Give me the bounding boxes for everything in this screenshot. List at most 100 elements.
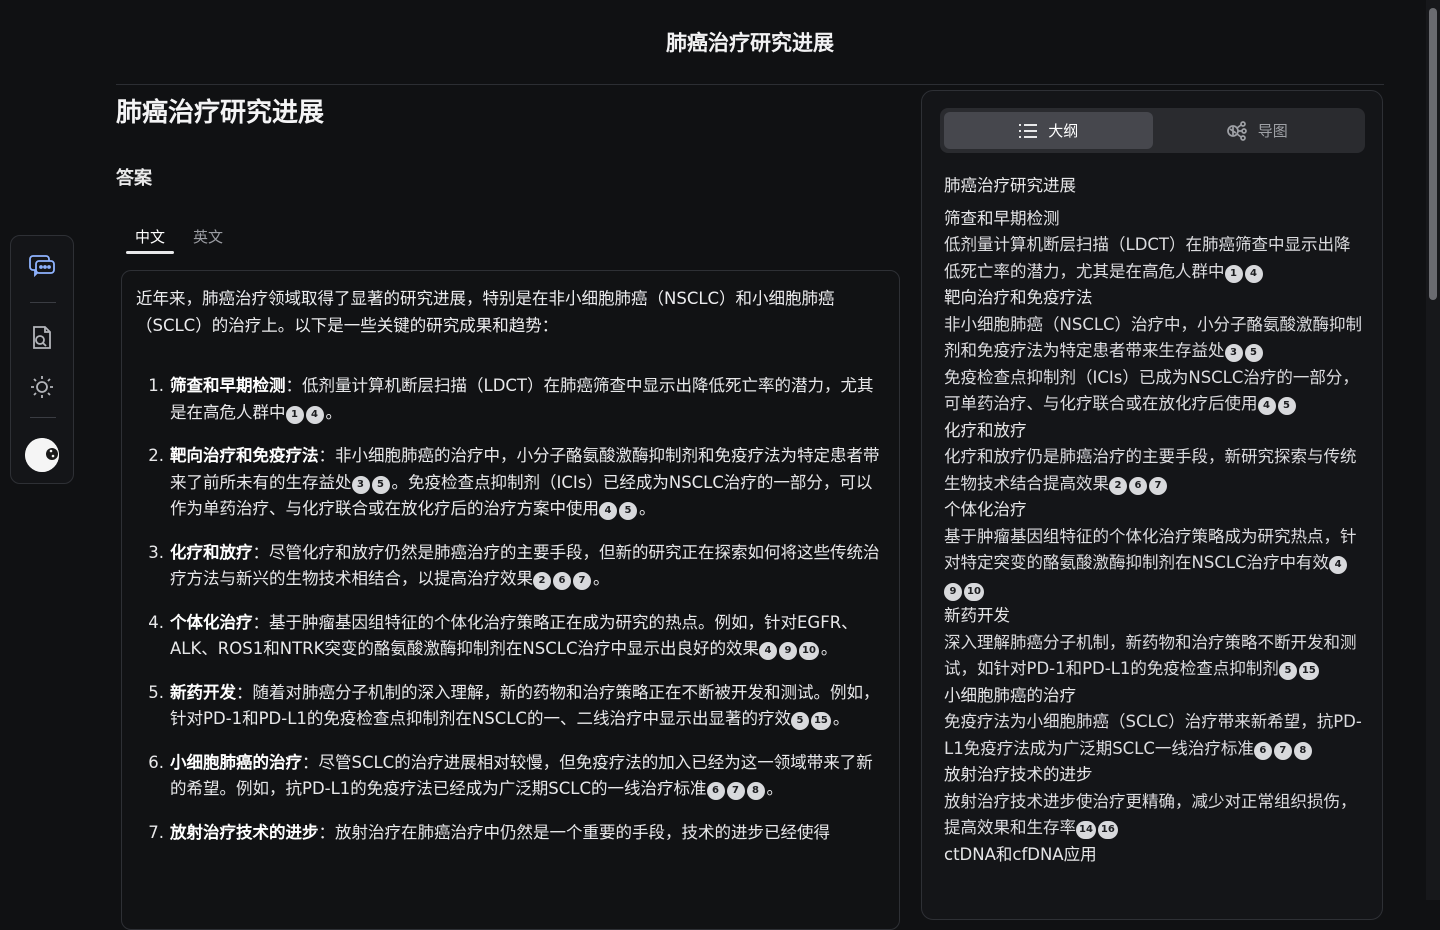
citation-badge[interactable]: 7 bbox=[1149, 476, 1167, 495]
outline-item-text: 非小细胞肺癌（NSCLC）治疗中，小分子酪氨酸激酶抑制剂和免疫疗法为特定患者带来… bbox=[944, 314, 1363, 361]
avatar[interactable] bbox=[25, 438, 59, 472]
answer-list-item: 1. 筛查和早期检测：低剂量计算机断层扫描（LDCT）在肺癌筛查中显示出降低死亡率… bbox=[136, 373, 885, 426]
answer-heading: 答案 bbox=[116, 168, 152, 189]
citation-badge[interactable]: 6 bbox=[1253, 741, 1272, 760]
list-item-body: 个体化治疗：基于肿瘤基因组特征的个体化治疗策略正在成为研究的热点。例如，针对EG… bbox=[170, 610, 885, 663]
outline-item[interactable]: 免疫疗法为小细胞肺癌（SCLC）治疗带来新希望，抗PD-L1免疫疗法成为广泛期S… bbox=[944, 709, 1364, 762]
list-item-heading: 靶向治疗和免疫疗法 bbox=[170, 446, 319, 465]
outline-heading[interactable]: 靶向治疗和免疫疗法 bbox=[944, 285, 1364, 312]
citation-badge[interactable]: 8 bbox=[746, 782, 765, 800]
citation-badge[interactable]: 6 bbox=[706, 782, 725, 800]
list-item-heading: 化疗和放疗 bbox=[170, 542, 253, 562]
rail-divider bbox=[30, 302, 56, 303]
answer-list-item: 5. 新药开发：随着对肺癌分子机制的深入理解，新的药物和治疗策略正在不断被开发和测… bbox=[136, 680, 885, 733]
list-item-number: 6. bbox=[148, 752, 164, 772]
document-search-button[interactable] bbox=[24, 320, 60, 356]
chat-icon bbox=[29, 255, 55, 278]
citation-badge[interactable]: 16 bbox=[1097, 821, 1118, 839]
citation-badge[interactable]: 5 bbox=[619, 502, 637, 520]
list-item-number: 5. bbox=[148, 682, 164, 702]
citation-badge[interactable]: 14 bbox=[1076, 821, 1096, 839]
list-item-text: ：放射治疗在肺癌治疗中仍然是一个重要的手段，技术的进步已经使得 bbox=[318, 822, 831, 842]
list-item-text: 。 bbox=[832, 709, 850, 728]
page-scrollbar[interactable] bbox=[1426, 0, 1440, 900]
tab-english[interactable]: 英文 bbox=[184, 220, 232, 252]
outline-heading[interactable]: 新药开发 bbox=[944, 603, 1364, 630]
list-item-heading: 个体化治疗 bbox=[170, 612, 253, 632]
answer-card: 近年来，肺癌治疗领域取得了显著的研究进展，特别是在非小细胞肺癌（NSCLC）和小… bbox=[121, 270, 900, 930]
citation-badge[interactable]: 4 bbox=[758, 642, 777, 660]
citation-badge[interactable]: 1 bbox=[1224, 264, 1243, 283]
citation-badge[interactable]: 2 bbox=[1109, 476, 1127, 495]
list-item-number: 1. bbox=[148, 376, 164, 395]
outline-item[interactable]: 基于肿瘤基因组特征的个体化治疗策略成为研究热点，针对特定突变的酪氨酸激酶抑制剂在… bbox=[944, 524, 1364, 604]
citation-badge[interactable]: 15 bbox=[810, 712, 831, 730]
list-item-number: 7. bbox=[148, 822, 164, 842]
citation-badge[interactable]: 4 bbox=[1244, 264, 1263, 283]
outline-heading[interactable]: 化疗和放疗 bbox=[944, 418, 1364, 445]
citation-badge[interactable]: 5 bbox=[1278, 662, 1297, 680]
outline-item[interactable]: 非小细胞肺癌（NSCLC）治疗中，小分子酪氨酸激酶抑制剂和免疫疗法为特定患者带来… bbox=[944, 312, 1364, 365]
citation-badge[interactable]: 4 bbox=[305, 405, 324, 424]
outline-heading[interactable]: 个体化治疗 bbox=[944, 497, 1364, 524]
citation-badge[interactable]: 4 bbox=[1329, 556, 1348, 574]
list-item-text: 。 bbox=[820, 639, 838, 658]
outline-heading[interactable]: ctDNA和cfDNA应用 bbox=[944, 842, 1364, 869]
citation-badge[interactable]: 5 bbox=[790, 712, 809, 730]
citation-badge[interactable]: 8 bbox=[1293, 741, 1312, 760]
answer-list-item: 6. 小细胞肺癌的治疗：尽管SCLC的治疗进展相对较慢，但免疫疗法的加入已经为这一… bbox=[136, 750, 885, 803]
citation-badge[interactable]: 4 bbox=[599, 502, 617, 520]
outline-item[interactable]: 深入理解肺癌分子机制，新药物和治疗策略不断开发和测试，如针对PD-1和PD-L1… bbox=[944, 630, 1364, 683]
chat-button[interactable] bbox=[24, 249, 60, 285]
answer-list-item: 2. 靶向治疗和免疫疗法：非小细胞肺癌的治疗中，小分子酪氨酸激酶抑制剂和免疫疗法为… bbox=[136, 443, 885, 523]
citation-badge[interactable]: 7 bbox=[726, 782, 745, 800]
citation-badge[interactable]: 5 bbox=[371, 475, 390, 494]
citation-badge[interactable]: 2 bbox=[533, 572, 551, 590]
citation-badge[interactable]: 7 bbox=[1273, 741, 1292, 760]
citation-badge[interactable]: 6 bbox=[1129, 476, 1147, 495]
outline-item[interactable]: 免疫检查点抑制剂（ICIs）已成为NSCLC治疗的一部分，可单药治疗、与化疗联合… bbox=[944, 365, 1364, 418]
list-item-body: 靶向治疗和免疫疗法：非小细胞肺癌的治疗中，小分子酪氨酸激酶抑制剂和免疫疗法为特定… bbox=[170, 443, 885, 523]
outline-item[interactable]: 化疗和放疗仍是肺癌治疗的主要手段，新研究探索与传统生物技术结合提高效果 2 6 7 bbox=[944, 444, 1364, 497]
list-item-number: 4. bbox=[148, 612, 164, 632]
citation-badge[interactable]: 3 bbox=[1224, 344, 1243, 362]
list-item-body: 筛查和早期检测：低剂量计算机断层扫描（LDCT）在肺癌筛查中显示出降低死亡率的潜… bbox=[170, 373, 885, 426]
citation-badge[interactable]: 9 bbox=[944, 582, 962, 601]
tab-mindmap[interactable]: 导图 bbox=[1153, 112, 1362, 149]
top-bar: 肺癌治疗研究进展 bbox=[0, 0, 1426, 84]
list-item-number: 3. bbox=[148, 542, 164, 562]
list-item-text: ：随着对肺癌分子机制的深入理解，新的药物和治疗策略正在不断被开发和测试。例如，针… bbox=[170, 682, 880, 729]
mindmap-icon bbox=[1226, 120, 1247, 141]
main-content: 肺癌治疗研究进展 答案 中文 英文 近年来，肺癌治疗领域取得了显著的研究进展，特… bbox=[116, 90, 900, 930]
outline-heading[interactable]: 小细胞肺癌的治疗 bbox=[944, 683, 1364, 710]
header-divider bbox=[116, 84, 1384, 85]
citation-badge[interactable]: 15 bbox=[1298, 662, 1319, 680]
citation-badge[interactable]: 6 bbox=[553, 572, 571, 590]
citation-badge[interactable]: 5 bbox=[1277, 397, 1296, 415]
list-item-heading: 筛查和早期检测 bbox=[170, 376, 286, 395]
tab-chinese[interactable]: 中文 bbox=[126, 220, 175, 254]
outline-heading[interactable]: 筛查和早期检测 bbox=[944, 206, 1364, 233]
outline-heading[interactable]: 放射治疗技术的进步 bbox=[944, 762, 1364, 789]
outline-item-text: 低剂量计算机断层扫描（LDCT）在肺癌筛查中显示出降低死亡率的潜力，尤其是在高危… bbox=[944, 235, 1351, 281]
scrollbar-thumb[interactable] bbox=[1429, 8, 1437, 300]
outline-item[interactable]: 低剂量计算机断层扫描（LDCT）在肺癌筛查中显示出降低死亡率的潜力，尤其是在高危… bbox=[944, 232, 1364, 285]
citation-badge[interactable]: 7 bbox=[573, 572, 591, 590]
citation-badge[interactable]: 5 bbox=[1244, 344, 1263, 362]
citation-badge[interactable]: 10 bbox=[798, 642, 819, 660]
document-search-icon bbox=[33, 326, 51, 349]
outline-title[interactable]: 肺癌治疗研究进展 bbox=[944, 173, 1364, 200]
list-item-body: 新药开发：随着对肺癌分子机制的深入理解，新的药物和治疗策略正在不断被开发和测试。… bbox=[170, 680, 885, 733]
list-item-body: 化疗和放疗：尽管化疗和放疗仍然是肺癌治疗的主要手段，但新的研究正在探索如何将这些… bbox=[170, 540, 885, 593]
citation-badge[interactable]: 4 bbox=[1257, 397, 1276, 415]
citation-badge[interactable]: 1 bbox=[285, 405, 304, 424]
list-item-heading: 放射治疗技术的进步 bbox=[170, 822, 319, 842]
theme-toggle-button[interactable] bbox=[24, 369, 60, 405]
outline-item[interactable]: 放射治疗技术进步使治疗更精确，减少对正常组织损伤，提高效果和生存率 14 16 bbox=[944, 789, 1364, 842]
list-item-number: 2. bbox=[148, 446, 164, 465]
citation-badge[interactable]: 10 bbox=[964, 582, 984, 601]
tab-outline[interactable]: 大纲 bbox=[944, 112, 1153, 149]
citation-badge[interactable]: 3 bbox=[351, 475, 370, 494]
citation-badge[interactable]: 9 bbox=[778, 642, 797, 660]
list-item-heading: 小细胞肺癌的治疗 bbox=[170, 752, 302, 772]
